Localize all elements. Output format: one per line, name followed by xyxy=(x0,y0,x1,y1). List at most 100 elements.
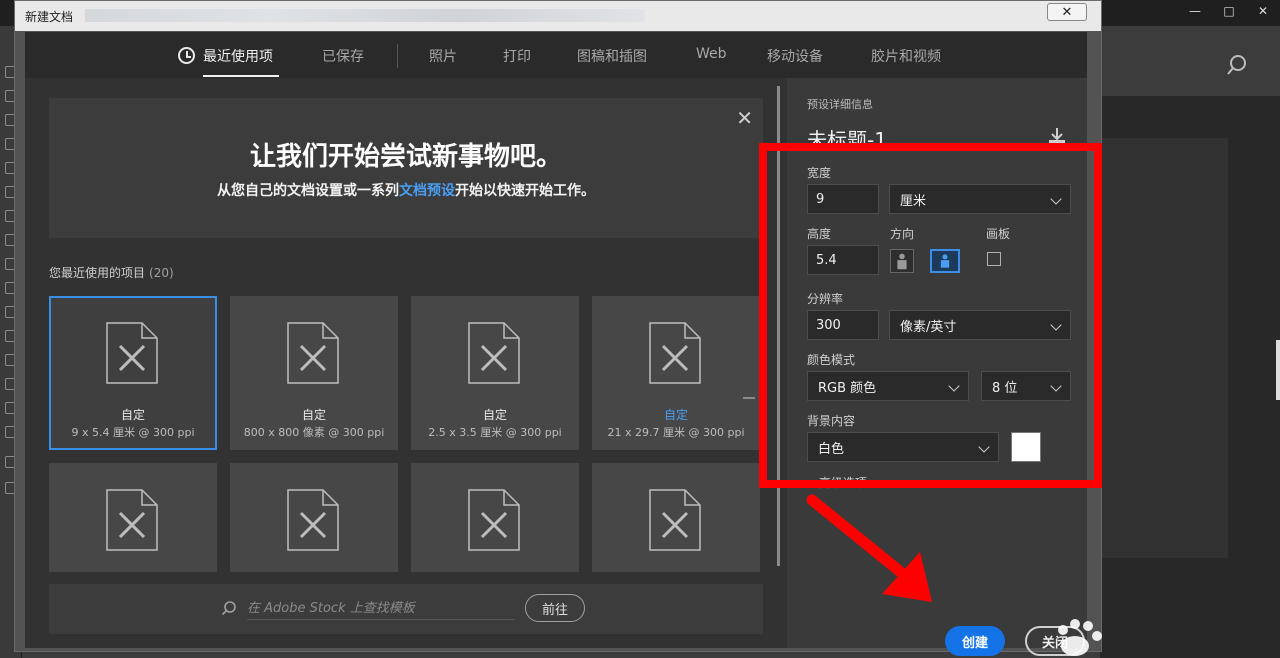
document-icon xyxy=(287,322,339,384)
recent-item-size: 9 x 5.4 厘米 @ 300 ppi xyxy=(71,426,195,439)
width-label: 宽度 xyxy=(807,166,832,180)
color-mode-value: RGB 颜色 xyxy=(818,380,877,396)
recent-item-size: 800 x 800 像素 @ 300 ppi xyxy=(243,426,385,439)
chevron-down-icon xyxy=(948,380,960,392)
background-content-select[interactable]: 白色 xyxy=(807,432,999,462)
chevron-down-icon xyxy=(1050,380,1062,392)
recent-item-card[interactable]: 自定 2.5 x 3.5 厘米 @ 300 ppi xyxy=(411,296,579,450)
advanced-options-toggle[interactable]: ▸ 高级选项 xyxy=(809,474,867,491)
recent-count: (20) xyxy=(149,266,174,280)
landscape-orientation-button[interactable] xyxy=(930,249,960,273)
bit-depth-select[interactable]: 8 位 xyxy=(981,371,1071,401)
tab-print[interactable]: 打印 xyxy=(503,46,531,66)
recent-label-text: 您最近使用的项目 xyxy=(49,266,146,280)
recent-item-name: 自定 xyxy=(120,408,145,422)
banner-close-icon[interactable]: ✕ xyxy=(736,106,753,130)
document-presets-link[interactable]: 文档预设 xyxy=(399,183,455,199)
recent-item-card[interactable]: 自定 9 x 5.4 厘米 @ 300 ppi xyxy=(49,296,217,450)
dialog-titlebar: 新建文档 ✕ xyxy=(15,1,1101,31)
chevron-down-icon xyxy=(978,441,990,453)
clock-icon xyxy=(178,47,195,64)
document-icon xyxy=(468,322,520,384)
recent-item-name: 自定 xyxy=(301,408,326,422)
recent-item-card[interactable] xyxy=(49,463,217,572)
tab-web[interactable]: Web xyxy=(696,46,727,62)
height-label: 高度 xyxy=(807,227,832,241)
height-input[interactable]: 5.4 xyxy=(807,245,879,275)
presets-pane: ✕ 让我们开始尝试新事物吧。 从您自己的文档设置或一系列文档预设开始以快速开始工… xyxy=(25,78,787,648)
new-document-dialog: 新建文档 ✕ 最近使用项 已保存 照片 打印 图稿和插图 Web 移动设备 胶片… xyxy=(14,0,1102,656)
active-tab-underline xyxy=(203,75,279,77)
stock-search-bar: 前往 xyxy=(49,584,763,634)
document-icon xyxy=(106,489,158,551)
portrait-orientation-button[interactable] xyxy=(890,249,914,273)
banner-subtitle-post: 开始以快速开始工作。 xyxy=(455,183,595,199)
document-icon xyxy=(468,489,520,551)
chevron-down-icon xyxy=(1050,319,1062,331)
app-canvas xyxy=(1100,138,1228,558)
welcome-banner: ✕ 让我们开始尝试新事物吧。 从您自己的文档设置或一系列文档预设开始以快速开始工… xyxy=(49,98,763,238)
document-icon xyxy=(106,322,158,384)
tab-recent[interactable]: 最近使用项 xyxy=(203,46,273,66)
width-input[interactable]: 9 xyxy=(807,184,879,214)
banner-subtitle-pre: 从您自己的文档设置或一系列 xyxy=(217,183,399,199)
tab-separator xyxy=(397,44,398,68)
resolution-label: 分辨率 xyxy=(807,292,844,306)
search-icon[interactable] xyxy=(1226,54,1248,76)
app-window-controls: — □ ✕ xyxy=(1178,0,1280,22)
background-content-label: 背景内容 xyxy=(807,414,856,428)
tab-art-illustration[interactable]: 图稿和插图 xyxy=(577,46,647,66)
document-icon xyxy=(649,322,701,384)
close-button[interactable]: 关闭 xyxy=(1025,626,1085,656)
recent-item-card[interactable] xyxy=(411,463,579,572)
recent-item-card[interactable] xyxy=(230,463,398,572)
stock-search-input[interactable] xyxy=(247,598,515,620)
preset-details-label: 预设详细信息 xyxy=(807,98,873,111)
maximize-button[interactable]: □ xyxy=(1212,0,1246,22)
color-mode-select[interactable]: RGB 颜色 xyxy=(807,371,969,401)
app-scroll-edge xyxy=(1276,340,1280,400)
recent-items-label: 您最近使用的项目 (20) xyxy=(49,264,174,281)
orientation-label: 方向 xyxy=(890,227,915,241)
background-color-swatch[interactable] xyxy=(1011,432,1041,462)
recent-item-card[interactable]: 自定 800 x 800 像素 @ 300 ppi xyxy=(230,296,398,450)
banner-subtitle: 从您自己的文档设置或一系列文档预设开始以快速开始工作。 xyxy=(49,180,763,200)
banner-title: 让我们开始尝试新事物吧。 xyxy=(249,142,562,172)
resolution-input[interactable]: 300 xyxy=(807,310,879,340)
recent-item-card[interactable] xyxy=(592,463,760,572)
preset-tabs: 最近使用项 已保存 照片 打印 图稿和插图 Web 移动设备 胶片和视频 xyxy=(25,32,1087,78)
create-button[interactable]: 创建 xyxy=(945,626,1005,656)
width-unit-value: 厘米 xyxy=(900,193,927,209)
document-name[interactable]: 未标题-1 xyxy=(807,124,887,153)
document-icon xyxy=(287,489,339,551)
resolution-unit-value: 像素/英寸 xyxy=(900,319,957,335)
tab-mobile[interactable]: 移动设备 xyxy=(767,46,823,66)
save-preset-icon[interactable] xyxy=(1047,126,1067,148)
background-content-value: 白色 xyxy=(818,441,845,457)
recent-item-size: 21 x 29.7 厘米 @ 300 ppi xyxy=(607,426,745,439)
document-icon xyxy=(649,489,701,551)
tab-saved[interactable]: 已保存 xyxy=(322,46,364,66)
scroll-indicator xyxy=(743,397,755,399)
grid-scrollbar-thumb[interactable] xyxy=(777,86,780,566)
preset-details-pane: 预设详细信息 未标题-1 宽度 9 厘米 高度 5.4 方向 画板 分辨率 30… xyxy=(787,78,1087,648)
recent-item-size: 2.5 x 3.5 厘米 @ 300 ppi xyxy=(428,426,562,439)
recent-items-grid: 自定 9 x 5.4 厘米 @ 300 ppi 自定 800 x 800 像素 @ 3… xyxy=(49,296,763,572)
tab-photo[interactable]: 照片 xyxy=(429,46,457,66)
color-mode-label: 颜色模式 xyxy=(807,353,856,367)
stock-go-button[interactable]: 前往 xyxy=(525,594,585,622)
resolution-unit-select[interactable]: 像素/英寸 xyxy=(889,310,1071,340)
dialog-body: 最近使用项 已保存 照片 打印 图稿和插图 Web 移动设备 胶片和视频 ✕ 让… xyxy=(25,32,1087,656)
bit-depth-value: 8 位 xyxy=(992,380,1018,396)
titlebar-blurred-region xyxy=(85,9,645,22)
recent-item-name: 自定 xyxy=(663,408,688,422)
width-unit-select[interactable]: 厘米 xyxy=(889,184,1071,214)
dialog-close-button[interactable]: ✕ xyxy=(1047,3,1087,21)
artboard-label: 画板 xyxy=(986,227,1011,241)
tab-film-video[interactable]: 胶片和视频 xyxy=(871,46,941,66)
app-close-button[interactable]: ✕ xyxy=(1246,0,1280,22)
artboard-checkbox[interactable] xyxy=(987,252,1001,266)
recent-item-card[interactable]: 自定 21 x 29.7 厘米 @ 300 ppi xyxy=(592,296,760,450)
minimize-button[interactable]: — xyxy=(1178,0,1212,22)
recent-item-name: 自定 xyxy=(482,408,507,422)
